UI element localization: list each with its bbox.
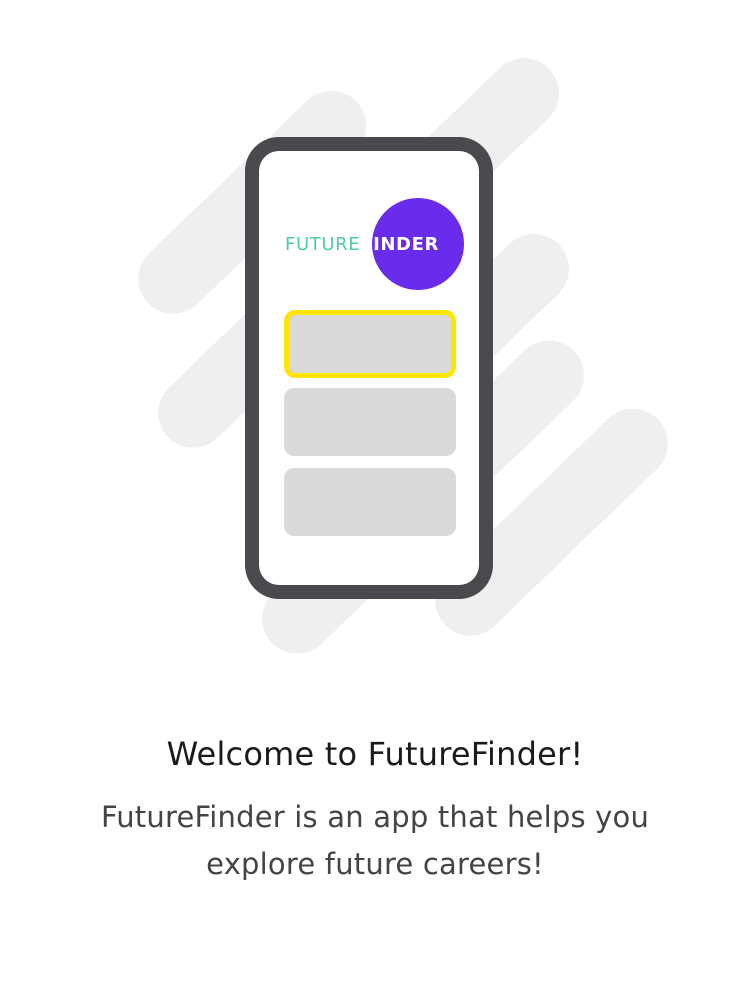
highlighted-card-placeholder [284,310,456,378]
logo-text-finder: FINDER [360,234,439,255]
phone-mockup: FUTUREFINDER [245,137,493,599]
card-placeholder [284,468,456,536]
logo-text-future: FUTURE [285,234,361,255]
futurefinder-logo: FUTUREFINDER [285,235,439,255]
onboarding-illustration: FUTUREFINDER [0,0,750,700]
welcome-title: Welcome to FutureFinder! [166,735,584,773]
welcome-subtitle: FutureFinder is an app that helps you ex… [100,800,650,881]
phone-screen: FUTUREFINDER [259,151,479,585]
card-placeholder [284,388,456,456]
